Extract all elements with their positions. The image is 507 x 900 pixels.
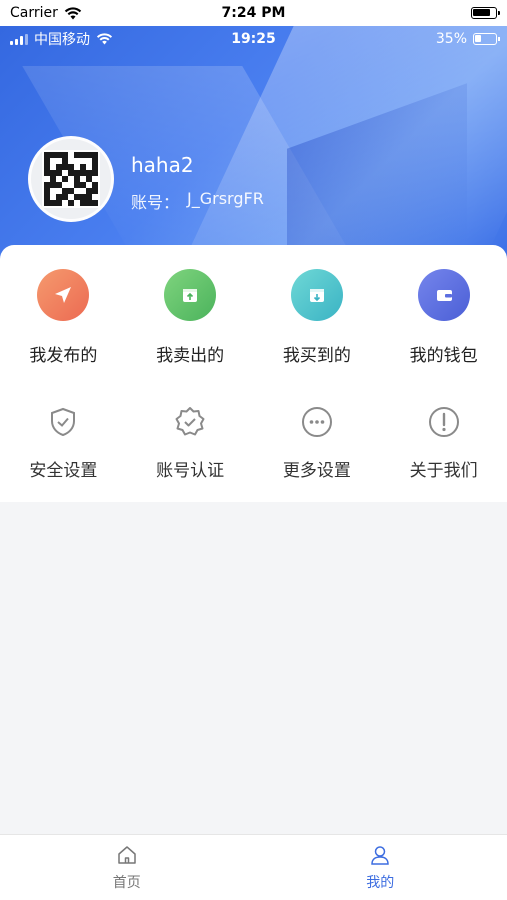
more-dots-icon xyxy=(297,402,337,442)
qr-code-image xyxy=(42,150,100,208)
menu-label: 我发布的 xyxy=(29,346,98,366)
tab-label: 我的 xyxy=(366,874,395,891)
username: haha2 xyxy=(131,153,194,177)
person-icon xyxy=(371,845,390,865)
info-exclamation-icon xyxy=(424,402,464,442)
menu-label: 安全设置 xyxy=(29,461,98,481)
menu-item-about-us[interactable]: 关于我们 xyxy=(380,402,507,481)
badge-check-icon xyxy=(170,402,210,442)
menu-item-account-verification[interactable]: 账号认证 xyxy=(127,402,254,481)
menu-item-security-settings[interactable]: 安全设置 xyxy=(0,402,127,481)
account-row: 账号： J_GrsrgFR xyxy=(131,189,264,213)
primary-menu: 我发布的 我卖出的 我买到的 我的钱包 xyxy=(0,269,507,366)
box-download-icon xyxy=(290,269,343,321)
menu-item-wallet[interactable]: 我的钱包 xyxy=(380,269,507,366)
shield-check-icon xyxy=(43,402,83,442)
menu-label: 账号认证 xyxy=(156,461,225,481)
simulator-status-bar: Carrier 7:24 PM xyxy=(0,0,507,26)
home-icon xyxy=(118,845,136,864)
tab-bar: 首页 我的 xyxy=(0,834,507,900)
account-label: 账号： xyxy=(131,193,180,212)
signal-icon xyxy=(10,33,28,45)
tab-home[interactable]: 首页 xyxy=(0,835,254,900)
wallet-icon xyxy=(417,269,470,321)
battery-icon xyxy=(473,33,500,45)
menu-label: 更多设置 xyxy=(282,461,351,481)
device-status-bar: 中国移动 19:25 35% xyxy=(0,26,507,52)
battery-icon xyxy=(471,7,500,19)
menu-label: 我卖出的 xyxy=(156,346,225,366)
tab-label: 首页 xyxy=(112,874,141,891)
wifi-icon xyxy=(64,6,82,19)
secondary-menu: 安全设置 账号认证 更多设置 关于我们 xyxy=(0,402,507,481)
menu-item-bought[interactable]: 我买到的 xyxy=(254,269,381,366)
menu-item-published[interactable]: 我发布的 xyxy=(0,269,127,366)
battery-percent: 35% xyxy=(435,31,467,47)
menu-item-sold[interactable]: 我卖出的 xyxy=(127,269,254,366)
wifi-icon xyxy=(96,33,113,45)
avatar[interactable] xyxy=(28,136,114,222)
send-icon xyxy=(37,269,90,321)
menu-card: 我发布的 我卖出的 我买到的 我的钱包 安全设置 账号认证 更多设置 关于我们 xyxy=(0,245,507,502)
menu-label: 我买到的 xyxy=(282,346,351,366)
tab-mine[interactable]: 我的 xyxy=(254,835,507,900)
box-upload-icon xyxy=(164,269,217,321)
account-id: J_GrsrgFR xyxy=(187,189,264,208)
device-carrier: 中国移动 xyxy=(34,32,90,48)
sim-carrier: Carrier xyxy=(10,5,58,21)
menu-item-more-settings[interactable]: 更多设置 xyxy=(254,402,381,481)
profile-header: 中国移动 19:25 35% haha2 账号： J_GrsrgFR xyxy=(0,26,507,266)
menu-label: 我的钱包 xyxy=(409,346,478,366)
menu-label: 关于我们 xyxy=(409,461,478,481)
